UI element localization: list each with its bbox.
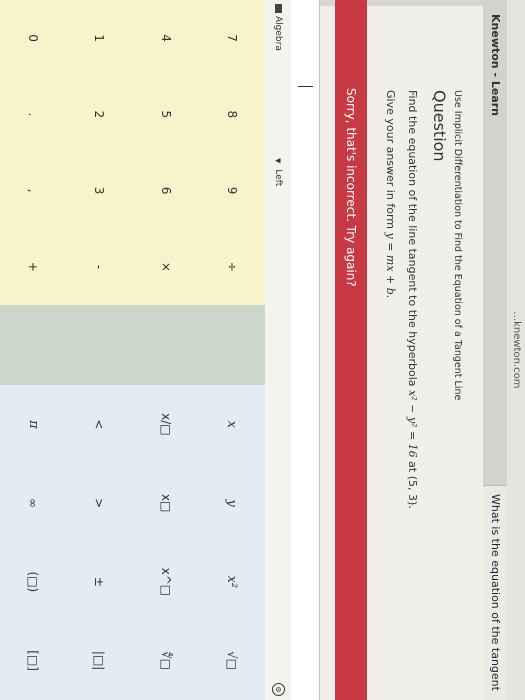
give-form: y = mx + b — [384, 232, 397, 295]
question-equation: x² − y² = 16 — [406, 390, 419, 458]
key-plus[interactable]: + — [0, 229, 66, 305]
blank-key — [0, 305, 66, 385]
key-absolute-value[interactable]: |□| — [66, 621, 132, 700]
give-prefix: Give your answer in form — [384, 90, 397, 233]
blank-key — [133, 305, 199, 385]
screen: ...knewton.com Knewton - Learn What is t… — [0, 0, 525, 700]
question-text: Find the equation of the line tangent to… — [406, 90, 419, 509]
triangle-down-icon: ▼ — [274, 158, 282, 164]
keyboard-header: Algebra ▼ Left ⚙ — [264, 0, 291, 700]
key-8[interactable]: 8 — [199, 76, 265, 152]
key-1[interactable]: 1 — [66, 0, 132, 76]
key-power[interactable]: x^□ — [133, 543, 199, 622]
question-mid: at — [406, 457, 419, 476]
settings-icon[interactable]: ⚙ — [272, 683, 285, 696]
operator-column — [0, 305, 265, 385]
math-keypad: 7 8 9 ÷ 4 5 6 × 1 2 3 - 0 . , + x y x² √… — [0, 0, 265, 700]
key-square-root[interactable]: √□ — [199, 621, 265, 700]
key-2[interactable]: 2 — [66, 76, 132, 152]
key-pi[interactable]: π — [0, 385, 66, 464]
key-comma[interactable]: , — [0, 153, 66, 229]
key-x-squared[interactable]: x² — [199, 543, 265, 622]
blank-key — [199, 305, 265, 385]
algebra-keyboard-tab[interactable]: Algebra — [265, 0, 291, 80]
key-infinity[interactable]: ∞ — [0, 464, 66, 543]
question-prefix: Find the equation of the line tangent to… — [406, 90, 419, 391]
key-multiply[interactable]: × — [133, 229, 199, 305]
key-6[interactable]: 6 — [133, 153, 199, 229]
key-0[interactable]: 0 — [0, 0, 66, 76]
number-keypad: 7 8 9 ÷ 4 5 6 × 1 2 3 - 0 . , + — [0, 0, 265, 305]
key-minus[interactable]: - — [66, 229, 132, 305]
key-4[interactable]: 4 — [133, 0, 199, 76]
key-nth-root[interactable]: ∜□ — [133, 621, 199, 700]
answer-format-instructions: Give your answer in form y = mx + b. — [384, 90, 397, 298]
app-title: Knewton - Learn — [489, 14, 502, 116]
left-arrow-button[interactable]: ▼ Left — [265, 158, 291, 186]
question-end: . — [406, 505, 419, 509]
question-point: (5, 3) — [406, 475, 419, 506]
key-greater-than[interactable]: > — [66, 464, 132, 543]
key-3[interactable]: 3 — [66, 153, 132, 229]
keyboard-icon — [275, 4, 282, 13]
key-decimal[interactable]: . — [0, 76, 66, 152]
key-fraction[interactable]: x/□ — [133, 385, 199, 464]
symbol-keypad: x y x² √□ x/□ x□ x^□ ∜□ < > ± |□| π ∞ (□… — [0, 385, 265, 700]
breadcrumb: Use Implicit Differentiation to Find the… — [452, 90, 463, 401]
question-heading: Question — [430, 90, 449, 162]
key-less-than[interactable]: < — [66, 385, 132, 464]
error-banner: Sorry, that's incorrect. Try again? — [335, 0, 367, 700]
answer-input[interactable] — [290, 0, 320, 700]
key-multiply-box[interactable]: x□ — [133, 464, 199, 543]
key-y[interactable]: y — [199, 464, 265, 543]
key-parentheses[interactable]: (□) — [0, 543, 66, 622]
algebra-tab-label: Algebra — [273, 16, 283, 51]
text-cursor — [298, 86, 313, 87]
question-tab[interactable]: What is the equation of the tangent — [483, 485, 507, 700]
key-plus-minus[interactable]: ± — [66, 543, 132, 622]
browser-tab[interactable]: ...knewton.com — [507, 0, 525, 700]
key-divide[interactable]: ÷ — [199, 229, 265, 305]
give-end: . — [384, 294, 397, 299]
key-5[interactable]: 5 — [133, 76, 199, 152]
key-9[interactable]: 9 — [199, 153, 265, 229]
key-x[interactable]: x — [199, 385, 265, 464]
key-7[interactable]: 7 — [199, 0, 265, 76]
left-label: Left — [273, 169, 283, 187]
blank-key — [66, 305, 132, 385]
key-brackets[interactable]: [□] — [0, 621, 66, 700]
